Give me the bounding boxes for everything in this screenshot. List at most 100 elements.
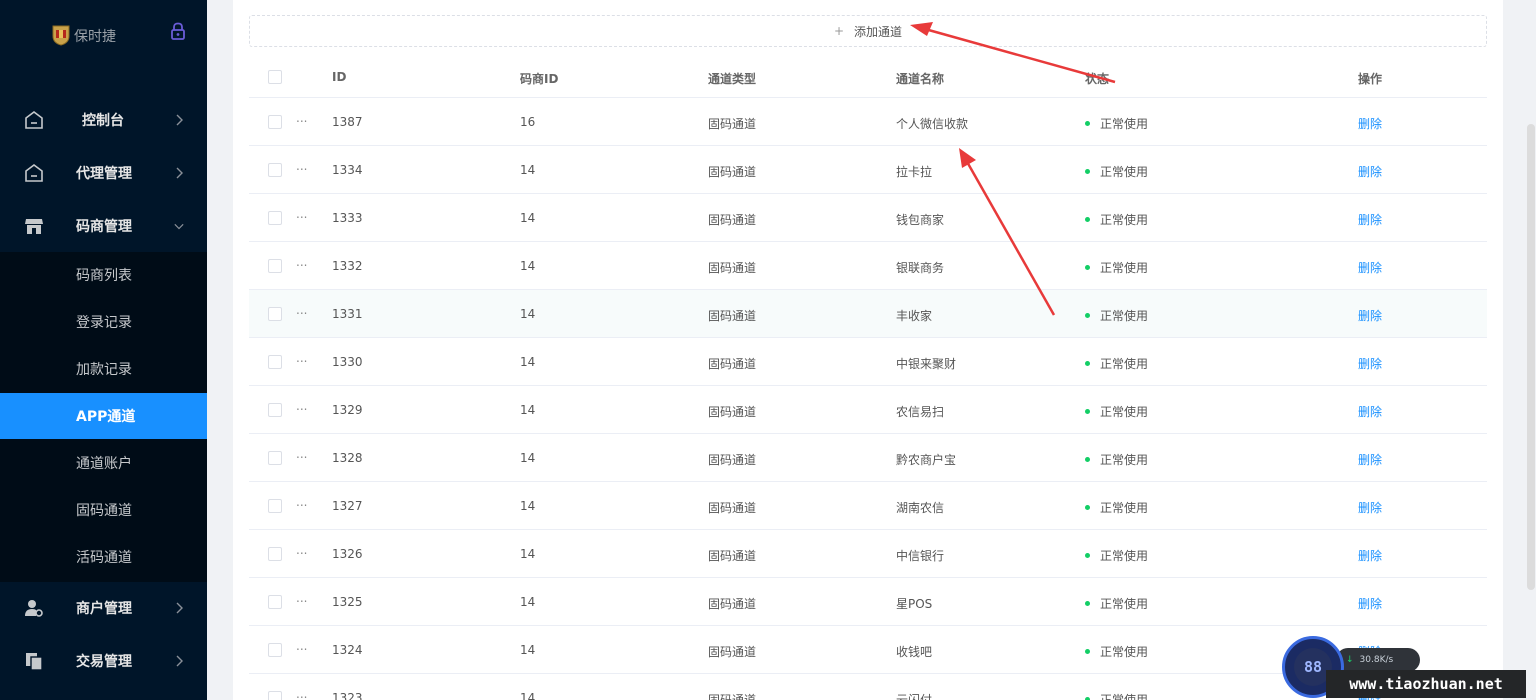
row-checkbox[interactable] — [268, 403, 282, 417]
expand-icon[interactable]: ... — [296, 207, 307, 221]
row-checkbox[interactable] — [268, 499, 282, 513]
row-checkbox[interactable] — [268, 259, 282, 273]
chevron-right-icon — [176, 114, 183, 126]
delete-link[interactable]: 删除 — [1358, 595, 1382, 612]
status-text: 正常使用 — [1100, 117, 1149, 131]
status-text: 正常使用 — [1100, 453, 1149, 467]
add-channel-button[interactable]: + 添加通道 — [249, 15, 1487, 47]
delete-link[interactable]: 删除 — [1358, 163, 1382, 180]
submenu-label: APP通道 — [76, 409, 136, 425]
table-row[interactable]: ... 1331 14 固码通道 丰收家 正常使用 删除 — [249, 290, 1487, 338]
expand-icon[interactable]: ... — [296, 543, 307, 557]
expand-icon[interactable]: ... — [296, 591, 307, 605]
cell-id: 1334 — [332, 163, 363, 177]
row-checkbox[interactable] — [268, 547, 282, 561]
cell-merchant-id: 14 — [520, 595, 536, 609]
sidebar: 保时捷 控制台 代理管理 码商管理 码商列表 登录记录 加款记录 APP通道 通… — [0, 0, 207, 700]
cell-status: 正常使用 — [1085, 547, 1148, 564]
column-header-merchant-id: 码商ID — [520, 72, 559, 86]
cell-merchant-id: 14 — [520, 259, 536, 273]
submenu-item-code-merchant-list[interactable]: 码商列表 — [0, 252, 207, 298]
submenu-item-login-records[interactable]: 登录记录 — [0, 299, 207, 345]
delete-link[interactable]: 删除 — [1358, 307, 1382, 324]
cell-name: 银联商务 — [896, 261, 945, 275]
row-checkbox[interactable] — [268, 307, 282, 321]
table-row[interactable]: ... 1387 16 固码通道 个人微信收款 正常使用 删除 — [249, 98, 1487, 146]
expand-icon[interactable]: ... — [296, 399, 307, 413]
table-row[interactable]: ... 1334 14 固码通道 拉卡拉 正常使用 删除 — [249, 146, 1487, 194]
submenu-item-fixed-code-channel[interactable]: 固码通道 — [0, 487, 207, 533]
cell-merchant-id: 14 — [520, 547, 536, 561]
menu-item-merchant[interactable]: 商户管理 — [0, 583, 207, 633]
row-checkbox[interactable] — [268, 163, 282, 177]
cell-type: 固码通道 — [708, 117, 757, 131]
plus-icon: + — [833, 24, 845, 38]
delete-link[interactable]: 删除 — [1358, 259, 1382, 276]
speed-pill: ↓ 30.8K/s — [1336, 648, 1420, 672]
expand-icon[interactable]: ... — [296, 159, 307, 173]
cell-type: 固码通道 — [708, 165, 757, 179]
table-row[interactable]: ... 1327 14 固码通道 湖南农信 正常使用 删除 — [249, 482, 1487, 530]
expand-icon[interactable]: ... — [296, 111, 307, 125]
row-checkbox[interactable] — [268, 451, 282, 465]
expand-icon[interactable]: ... — [296, 495, 307, 509]
cell-name: 钱包商家 — [896, 213, 945, 227]
table-row[interactable]: ... 1326 14 固码通道 中信银行 正常使用 删除 — [249, 530, 1487, 578]
menu-item-code-merchant[interactable]: 码商管理 — [0, 201, 207, 251]
expand-icon[interactable]: ... — [296, 351, 307, 365]
expand-icon[interactable]: ... — [296, 447, 307, 461]
cell-id: 1333 — [332, 211, 363, 225]
delete-link[interactable]: 删除 — [1358, 115, 1382, 132]
menu-item-agent[interactable]: 代理管理 — [0, 148, 207, 198]
column-header-name: 通道名称 — [896, 72, 945, 86]
expand-icon[interactable]: ... — [296, 639, 307, 653]
table-row[interactable]: ... 1333 14 固码通道 钱包商家 正常使用 删除 — [249, 194, 1487, 242]
download-arrow-icon: ↓ — [1346, 655, 1354, 665]
row-checkbox[interactable] — [268, 595, 282, 609]
row-checkbox[interactable] — [268, 355, 282, 369]
menu-item-dashboard[interactable]: 控制台 — [0, 95, 207, 145]
watermark: www.tiaozhuan.net — [1326, 670, 1526, 698]
submenu-item-live-code-channel[interactable]: 活码通道 — [0, 534, 207, 580]
delete-link[interactable]: 删除 — [1358, 547, 1382, 564]
delete-link[interactable]: 删除 — [1358, 499, 1382, 516]
expand-icon[interactable]: ... — [296, 255, 307, 269]
status-text: 正常使用 — [1100, 213, 1149, 227]
select-all-checkbox[interactable] — [268, 70, 282, 84]
row-checkbox[interactable] — [268, 691, 282, 700]
cell-status: 正常使用 — [1085, 403, 1148, 420]
cell-name: 云闪付 — [896, 693, 933, 700]
submenu-label: 加款记录 — [76, 362, 132, 378]
table-row[interactable]: ... 1330 14 固码通道 中银来聚财 正常使用 删除 — [249, 338, 1487, 386]
row-checkbox[interactable] — [268, 115, 282, 129]
expand-icon[interactable]: ... — [296, 303, 307, 317]
submenu-item-app-channel[interactable]: APP通道 — [0, 393, 207, 439]
menu-item-transaction[interactable]: 交易管理 — [0, 636, 207, 686]
table-row[interactable]: ... 1332 14 固码通道 银联商务 正常使用 删除 — [249, 242, 1487, 290]
cell-status: 正常使用 — [1085, 211, 1148, 228]
delete-link[interactable]: 删除 — [1358, 403, 1382, 420]
delete-link[interactable]: 删除 — [1358, 451, 1382, 468]
status-text: 正常使用 — [1100, 165, 1149, 179]
submenu-item-deposit-records[interactable]: 加款记录 — [0, 346, 207, 392]
lock-icon[interactable] — [170, 22, 186, 40]
chevron-right-icon — [176, 655, 183, 667]
table-row[interactable]: ... 1328 14 固码通道 黔农商户宝 正常使用 删除 — [249, 434, 1487, 482]
row-checkbox[interactable] — [268, 211, 282, 225]
submenu-item-channel-account[interactable]: 通道账户 — [0, 440, 207, 486]
cell-name: 收钱吧 — [896, 645, 933, 659]
delete-link[interactable]: 删除 — [1358, 355, 1382, 372]
status-dot-icon — [1085, 553, 1090, 558]
cell-id: 1324 — [332, 643, 363, 657]
scrollbar[interactable] — [1527, 124, 1535, 590]
table-row[interactable]: ... 1329 14 固码通道 农信易扫 正常使用 删除 — [249, 386, 1487, 434]
dashboard-icon — [25, 111, 43, 129]
cell-status: 正常使用 — [1085, 115, 1148, 132]
expand-icon[interactable]: ... — [296, 687, 307, 700]
table-row[interactable]: ... 1325 14 固码通道 星POS 正常使用 删除 — [249, 578, 1487, 626]
delete-link[interactable]: 删除 — [1358, 211, 1382, 228]
cell-merchant-id: 14 — [520, 403, 536, 417]
row-checkbox[interactable] — [268, 643, 282, 657]
crest-logo-icon — [52, 25, 70, 46]
cell-id: 1332 — [332, 259, 363, 273]
